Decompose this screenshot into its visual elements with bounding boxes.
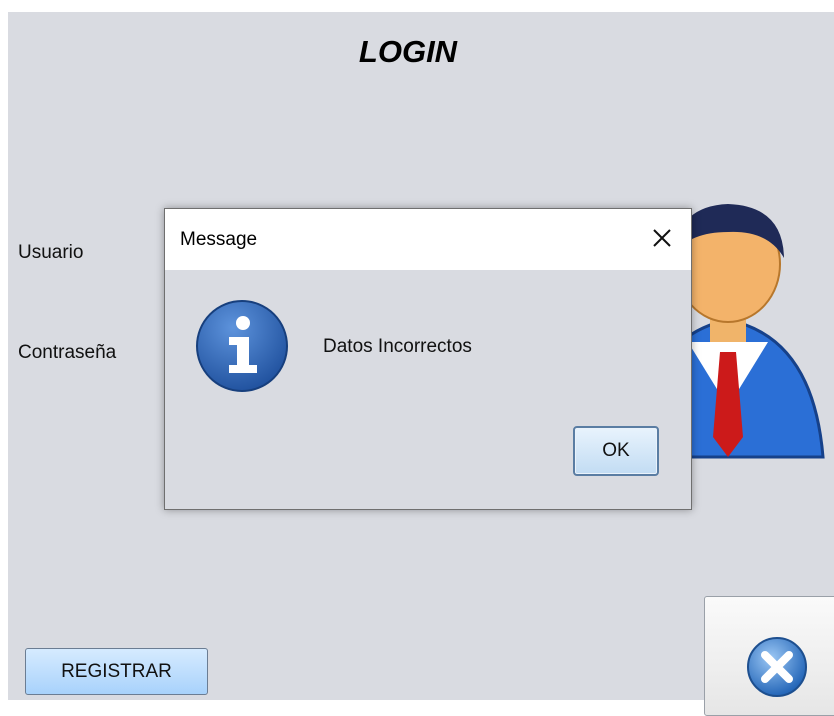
dialog-titlebar: Message xyxy=(165,209,691,270)
password-label: Contraseña xyxy=(18,342,117,363)
message-dialog: Message Datos Incorrectos OK xyxy=(164,208,692,510)
close-icon[interactable] xyxy=(647,223,677,253)
page-title: LOGIN xyxy=(358,34,458,69)
close-circle-icon xyxy=(747,637,807,697)
ok-button[interactable]: OK xyxy=(573,426,659,476)
close-app-button[interactable] xyxy=(704,596,834,716)
info-icon xyxy=(196,300,288,392)
username-label: Usuario xyxy=(18,242,84,263)
dialog-title: Message xyxy=(180,229,258,250)
dialog-message: Datos Incorrectos xyxy=(323,336,472,357)
register-button[interactable]: REGISTRAR xyxy=(25,648,208,695)
